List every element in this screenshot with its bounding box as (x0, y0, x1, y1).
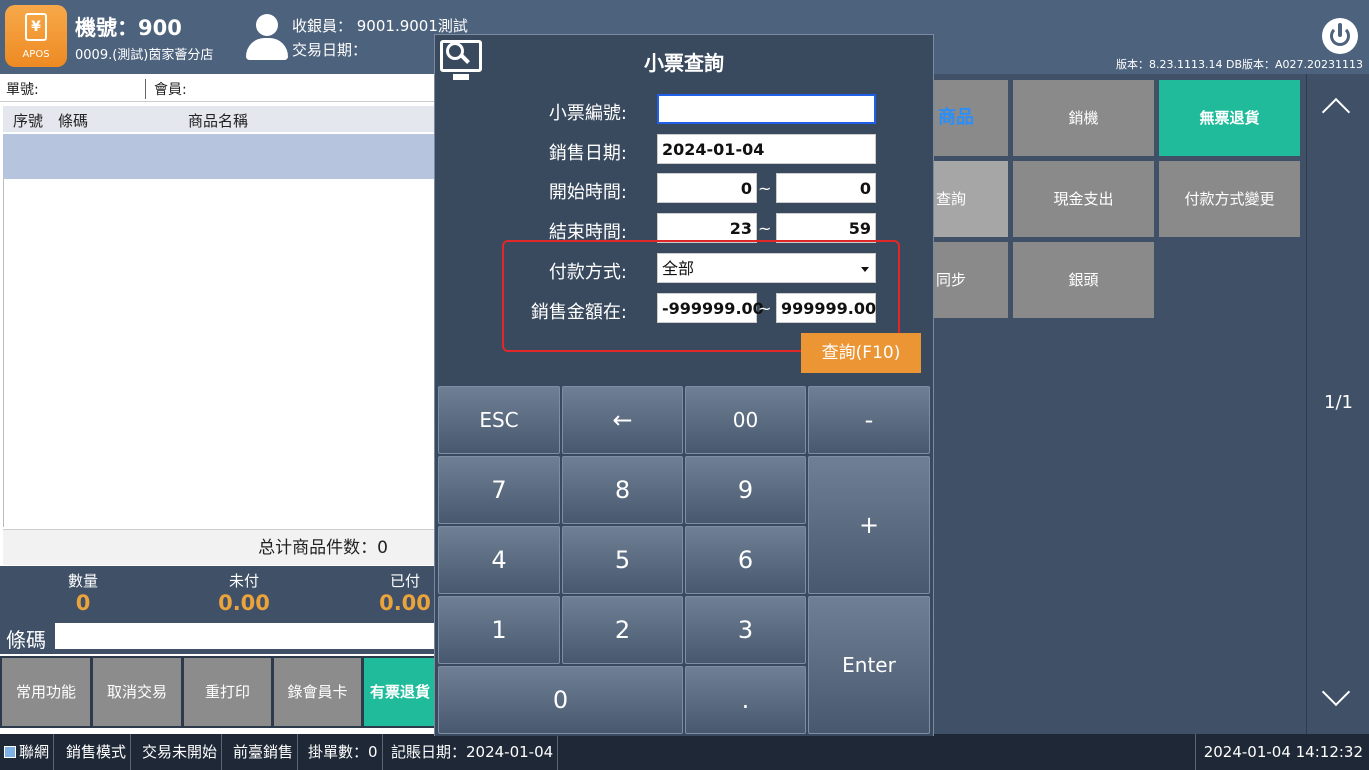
function-grid: 商品 銷機 無票退貨 查詢 現金支出 付款方式變更 同步 銀頭 (934, 74, 1306, 734)
range-separator: ~ (758, 179, 772, 198)
payment-method-change-button[interactable]: 付款方式變更 (1159, 161, 1300, 237)
cash-expense-button[interactable]: 現金支出 (1013, 161, 1154, 237)
transaction-state: 交易未開始 (138, 734, 223, 770)
user-icon (246, 12, 288, 62)
booking-date: 記賬日期：2024-01-04 (387, 734, 559, 770)
page-scroller: 1/1 (1306, 74, 1369, 734)
reprint-button[interactable]: 重打印 (184, 658, 271, 726)
sale-date-input[interactable]: 2024-01-04 (657, 134, 876, 164)
table-row[interactable] (3, 134, 436, 179)
numeric-keypad: ESC ← 00 - 7 8 9 + 4 5 6 1 2 3 Enter 0 . (435, 384, 933, 736)
start-hour-input[interactable]: 0 (657, 173, 757, 203)
chevron-down-icon[interactable] (1321, 677, 1351, 707)
key-decimal[interactable]: . (685, 666, 806, 734)
no-receipt-return-button[interactable]: 無票退貨 (1159, 80, 1300, 156)
key-2[interactable]: 2 (562, 596, 683, 664)
sale-date-label: 銷售日期: (548, 143, 627, 164)
receipt-query-dialog: 小票查詢 小票編號: 銷售日期: 2024-01-04 開始時間: 0 ~ 0 … (434, 34, 934, 736)
col-product-name: 商品名稱 (188, 112, 249, 130)
order-number: 單號: (6, 82, 39, 98)
hold-count: 掛單數：0 (304, 734, 383, 770)
function-buttons: 常用功能 取消交易 重打印 錄會員卡 有票退貨 (0, 656, 436, 728)
start-time-label: 開始時間: (548, 182, 627, 203)
sale-type: 前臺銷售 (229, 734, 299, 770)
machine-number: 機號：900 (75, 16, 182, 40)
cashier-info: 收銀員： 9001.9001測試 (292, 17, 468, 35)
end-minute-input[interactable]: 59 (776, 213, 876, 243)
query-button[interactable]: 查詢 (934, 161, 1008, 237)
query-submit-button[interactable]: 查詢(F10) (801, 333, 921, 373)
barcode-row: 條碼 (0, 620, 436, 654)
common-functions-button[interactable]: 常用功能 (2, 658, 90, 726)
network-status: 聯網 (0, 734, 55, 770)
key-esc[interactable]: ESC (438, 386, 560, 454)
record-member-card-button[interactable]: 錄會員卡 (274, 658, 361, 726)
query-form: 小票編號: 銷售日期: 2024-01-04 開始時間: 0 ~ 0 結束時間:… (435, 87, 933, 383)
col-barcode: 條碼 (58, 112, 89, 130)
total-items: 总计商品件数：0 (3, 529, 436, 565)
range-separator: ~ (758, 219, 772, 238)
datetime: 2024-01-04 14:12:32 (1194, 734, 1363, 770)
key-plus[interactable]: + (808, 456, 930, 594)
chevron-up-icon[interactable] (1321, 97, 1351, 127)
key-0[interactable]: 0 (438, 666, 683, 734)
key-double-zero[interactable]: 00 (685, 386, 806, 454)
yen-icon: ¥ (25, 13, 47, 41)
logo-text: APOS (22, 49, 50, 60)
key-9[interactable]: 9 (685, 456, 806, 524)
key-minus[interactable]: - (808, 386, 930, 454)
apos-logo: ¥ APOS (5, 5, 67, 67)
order-info-bar: 單號: 會員: (0, 74, 436, 102)
payment-summary: 數量 0 未付 0.00 已付 0.00 (0, 566, 436, 620)
key-3[interactable]: 3 (685, 596, 806, 664)
key-4[interactable]: 4 (438, 526, 560, 594)
cart-table-header: 序號 條碼 商品名稱 (3, 106, 436, 132)
summary-quantity: 數量 0 (67, 572, 98, 615)
barcode-input[interactable] (55, 623, 436, 649)
dialog-title-bar: 小票查詢 (435, 35, 933, 87)
key-enter[interactable]: Enter (808, 596, 930, 734)
network-icon (4, 746, 16, 758)
summary-unpaid: 未付 0.00 (218, 572, 270, 615)
dialog-title: 小票查詢 (644, 51, 724, 75)
cart-panel: 單號: 會員: 序號 條碼 商品名稱 总计商品件数：0 數量 0 未付 0.00… (0, 74, 436, 734)
key-6[interactable]: 6 (685, 526, 806, 594)
version-info: 版本：8.23.1113.14 DB版本：A027.20231113 (1116, 58, 1363, 71)
cash-drawer-button[interactable]: 銀頭 (1013, 242, 1154, 318)
barcode-label: 條碼 (6, 628, 46, 652)
end-hour-input[interactable]: 23 (657, 213, 757, 243)
key-5[interactable]: 5 (562, 526, 683, 594)
receipt-no-input[interactable] (657, 94, 876, 124)
key-7[interactable]: 7 (438, 456, 560, 524)
sync-button[interactable]: 同步 (934, 242, 1008, 318)
start-minute-input[interactable]: 0 (776, 173, 876, 203)
product-button[interactable]: 商品 (934, 80, 1008, 156)
key-8[interactable]: 8 (562, 456, 683, 524)
col-seq: 序號 (13, 112, 44, 130)
power-icon[interactable] (1322, 18, 1358, 54)
transaction-date: 交易日期： (292, 41, 368, 59)
sales-mode: 銷售模式 (62, 734, 132, 770)
void-button[interactable]: 銷機 (1013, 80, 1154, 156)
receipt-no-label: 小票編號: (548, 103, 627, 124)
page-indicator: 1/1 (1324, 392, 1353, 413)
key-backspace[interactable]: ← (562, 386, 683, 454)
cancel-transaction-button[interactable]: 取消交易 (93, 658, 181, 726)
store-name: 0009.(測試)茵家薈分店 (75, 48, 214, 63)
receipt-return-button[interactable]: 有票退貨 (364, 658, 436, 726)
member-info: 會員: (145, 79, 187, 99)
cart-list[interactable] (3, 179, 436, 527)
key-1[interactable]: 1 (438, 596, 560, 664)
status-bar: 聯網 銷售模式 交易未開始 前臺銷售 掛單數：0 記賬日期：2024-01-04… (0, 734, 1369, 770)
